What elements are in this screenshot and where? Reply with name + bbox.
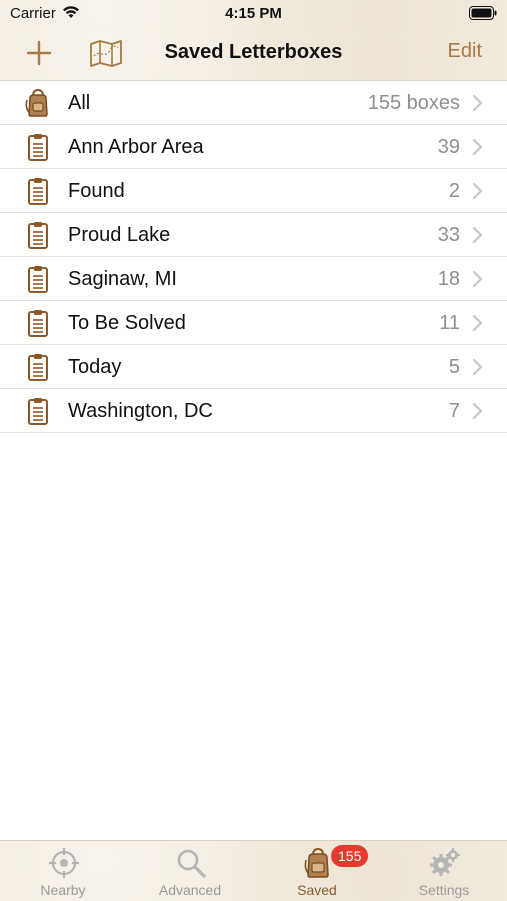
- list-item-to-be-solved[interactable]: To Be Solved 11: [0, 301, 507, 345]
- magnifier-icon: [175, 847, 207, 879]
- chevron-right-icon: [471, 402, 483, 420]
- list-item-label: To Be Solved: [68, 312, 186, 334]
- list-item-washington-dc[interactable]: Washington, DC 7: [0, 389, 507, 433]
- tab-label: Saved: [297, 882, 337, 898]
- chevron-right-icon: [471, 138, 483, 156]
- backpack-icon: [302, 847, 334, 879]
- list-item-count: 33: [437, 224, 460, 246]
- page-title: Saved Letterboxes: [164, 41, 343, 63]
- chevron-right-icon: [471, 358, 483, 376]
- crosshair-icon: [48, 847, 80, 879]
- tab-settings[interactable]: Settings: [381, 841, 507, 901]
- clock: 4:15 PM: [225, 5, 282, 22]
- list-item-found[interactable]: Found 2: [0, 169, 507, 213]
- tab-advanced[interactable]: Advanced: [127, 841, 253, 901]
- list-item-label: Washington, DC: [68, 400, 213, 422]
- list-item-count: 5: [448, 356, 460, 378]
- list-item-count: 155 boxes: [367, 92, 460, 114]
- list-item-label: Found: [68, 180, 125, 202]
- chevron-right-icon: [471, 94, 483, 112]
- clipboard-icon: [24, 396, 52, 426]
- list-item-saginaw-mi[interactable]: Saginaw, MI 18: [0, 257, 507, 301]
- tab-label: Advanced: [158, 882, 222, 898]
- clipboard-icon: [24, 176, 52, 206]
- list-item-count: 18: [437, 268, 460, 290]
- battery-icon: [469, 6, 497, 25]
- list-item-label: All: [68, 92, 91, 114]
- list-item-label: Proud Lake: [68, 224, 171, 246]
- clipboard-icon: [24, 132, 52, 162]
- list-item-count: 11: [439, 312, 460, 334]
- tab-nearby[interactable]: Nearby: [0, 841, 126, 901]
- status-bar: Carrier 4:15 PM: [0, 0, 507, 28]
- chevron-right-icon: [471, 270, 483, 288]
- saved-list: All 155 boxes Ann Arbor Area 39 Found 2 …: [0, 81, 507, 433]
- chevron-right-icon: [471, 182, 483, 200]
- tab-label: Nearby: [40, 882, 86, 898]
- clipboard-icon: [24, 308, 52, 338]
- edit-button[interactable]: Edit: [448, 40, 482, 63]
- chevron-right-icon: [471, 226, 483, 244]
- list-item-all[interactable]: All 155 boxes: [0, 81, 507, 125]
- tab-saved[interactable]: 155 Saved: [254, 841, 380, 901]
- list-item-count: 2: [448, 180, 460, 202]
- clipboard-icon: [24, 352, 52, 382]
- tab-bar: Nearby Advanced 155 Saved Settings: [0, 840, 507, 901]
- list-item-label: Today: [68, 356, 122, 378]
- navigation-bar: Saved Letterboxes Edit: [0, 28, 507, 81]
- list-item-count: 39: [437, 136, 460, 158]
- tab-label: Settings: [418, 882, 470, 898]
- clipboard-icon: [24, 220, 52, 250]
- list-item-count: 7: [448, 400, 460, 422]
- clipboard-icon: [24, 264, 52, 294]
- chevron-right-icon: [471, 314, 483, 332]
- list-item-today[interactable]: Today 5: [0, 345, 507, 389]
- list-item-ann-arbor-area[interactable]: Ann Arbor Area 39: [0, 125, 507, 169]
- list-item-proud-lake[interactable]: Proud Lake 33: [0, 213, 507, 257]
- saved-count-badge: 155: [331, 845, 369, 867]
- gears-icon: [429, 847, 461, 879]
- list-item-label: Saginaw, MI: [68, 268, 177, 290]
- list-item-label: Ann Arbor Area: [68, 136, 204, 158]
- backpack-icon: [24, 88, 52, 118]
